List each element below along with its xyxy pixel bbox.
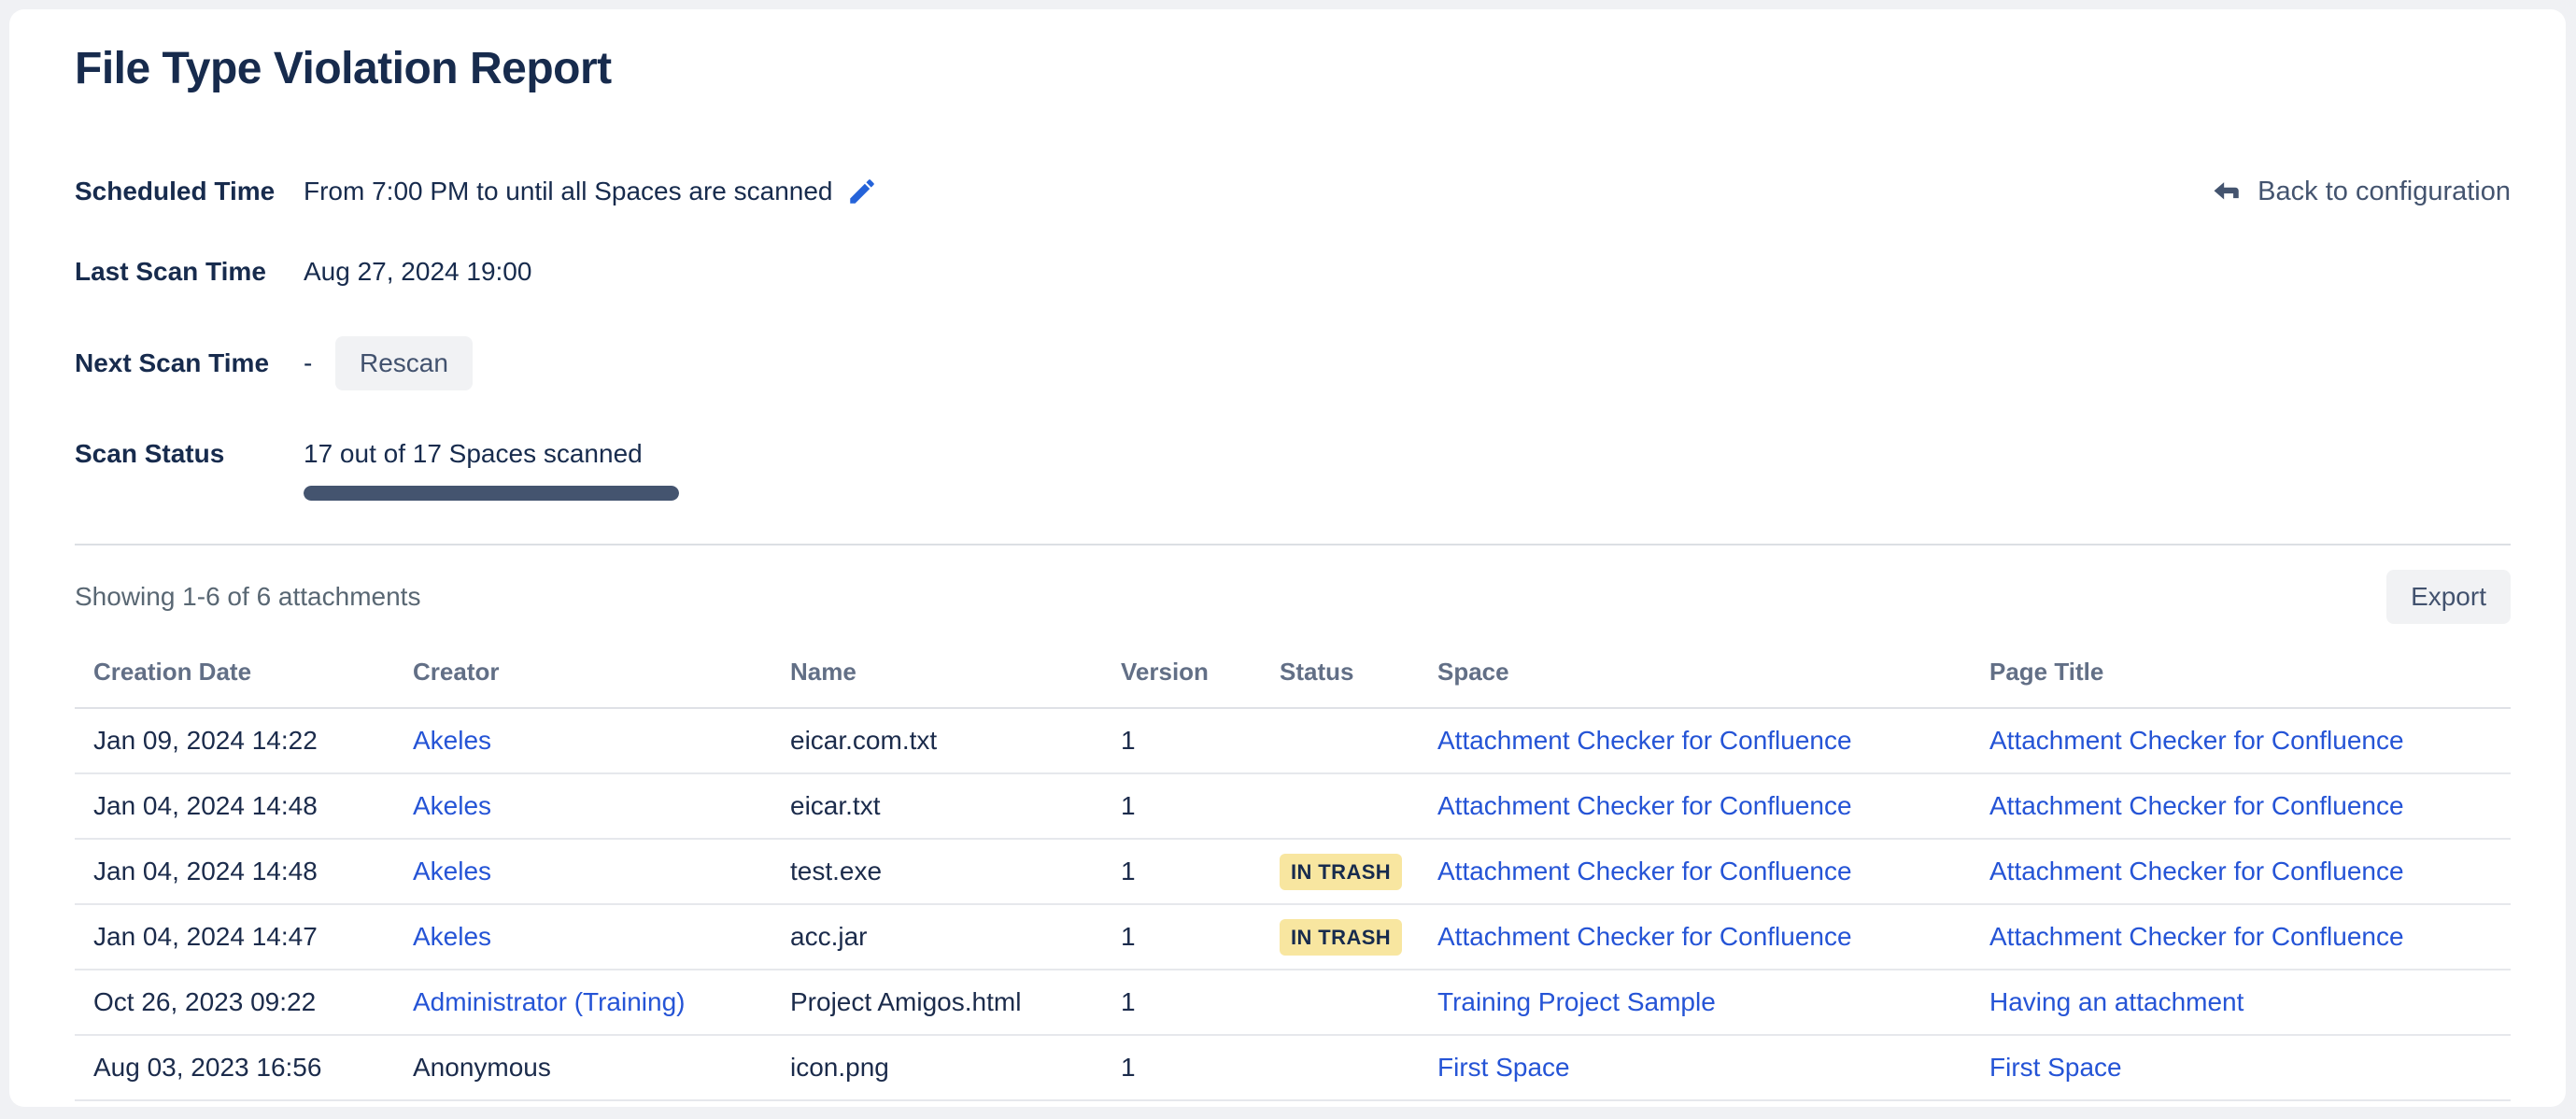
next-scan-value: - [304, 348, 335, 378]
export-button[interactable]: Export [2386, 570, 2511, 624]
cell-name: eicar.com.txt [771, 708, 1102, 773]
cell-version: 1 [1102, 708, 1261, 773]
space-link[interactable]: First Space [1437, 1053, 1570, 1082]
cell-name: test.exe [771, 839, 1102, 904]
table-row: Jan 04, 2024 14:47 Akeles acc.jar 1 IN T… [75, 904, 2511, 970]
cell-version: 1 [1102, 970, 1261, 1035]
column-header-creator: Creator [394, 639, 771, 708]
creator-link[interactable]: Administrator (Training) [413, 987, 685, 1016]
table-row: Aug 03, 2023 16:56 Anonymous icon.png 1 … [75, 1035, 2511, 1100]
cell-creation-date: Jan 04, 2024 14:48 [75, 839, 394, 904]
last-scan-value: Aug 27, 2024 19:00 [304, 257, 531, 287]
pencil-icon [846, 176, 878, 207]
page-title: File Type Violation Report [75, 43, 2511, 95]
scan-progress-fill [304, 486, 679, 501]
cell-name: Project Amigos.html [771, 970, 1102, 1035]
attachments-summary: Showing 1-6 of 6 attachments [75, 582, 420, 612]
page-title-link[interactable]: Attachment Checker for Confluence [1989, 791, 2404, 820]
space-link[interactable]: Attachment Checker for Confluence [1437, 857, 1852, 885]
scheduled-time-value: From 7:00 PM to until all Spaces are sca… [304, 177, 833, 206]
status-badge: IN TRASH [1280, 854, 1402, 890]
scheduled-time-label: Scheduled Time [75, 177, 304, 206]
back-to-configuration-link[interactable]: Back to configuration [2209, 176, 2511, 207]
table-row: Oct 26, 2023 09:22 Administrator (Traini… [75, 970, 2511, 1035]
section-divider [75, 544, 2511, 545]
column-header-name: Name [771, 639, 1102, 708]
page-title-link[interactable]: Attachment Checker for Confluence [1989, 922, 2404, 951]
column-header-creation-date: Creation Date [75, 639, 394, 708]
back-arrow-icon [2209, 176, 2244, 207]
status-badge: IN TRASH [1280, 919, 1402, 956]
edit-schedule-button[interactable] [846, 176, 878, 207]
page-title-link[interactable]: Having an attachment [1989, 987, 2243, 1016]
last-scan-row: Last Scan Time Aug 27, 2024 19:00 [75, 256, 2511, 288]
column-header-page-title: Page Title [1971, 639, 2511, 708]
cell-creation-date: Jan 09, 2024 14:22 [75, 708, 394, 773]
column-header-space: Space [1419, 639, 1971, 708]
report-card: File Type Violation Report Scheduled Tim… [9, 9, 2566, 1107]
column-header-version: Version [1102, 639, 1261, 708]
page-title-link[interactable]: Attachment Checker for Confluence [1989, 857, 2404, 885]
cell-version: 1 [1102, 839, 1261, 904]
cell-name: acc.jar [771, 904, 1102, 970]
creator-link[interactable]: Akeles [413, 857, 491, 885]
scan-progress-bar [304, 486, 679, 501]
space-link[interactable]: Training Project Sample [1437, 987, 1716, 1016]
space-link[interactable]: Attachment Checker for Confluence [1437, 726, 1852, 755]
page-title-link[interactable]: First Space [1989, 1053, 2122, 1082]
column-header-status: Status [1261, 639, 1419, 708]
scan-status-row: Scan Status 17 out of 17 Spaces scanned [75, 439, 2511, 501]
cell-version: 1 [1102, 1035, 1261, 1100]
cell-version: 1 [1102, 773, 1261, 839]
back-link-label: Back to configuration [2258, 177, 2511, 207]
cell-name: icon.png [771, 1035, 1102, 1100]
space-link[interactable]: Attachment Checker for Confluence [1437, 791, 1852, 820]
table-row: Jan 04, 2024 14:48 Akeles eicar.txt 1 At… [75, 773, 2511, 839]
page-title-link[interactable]: Attachment Checker for Confluence [1989, 726, 2404, 755]
creator-plain-text: Anonymous [413, 1053, 551, 1082]
scan-status-label: Scan Status [75, 439, 304, 469]
table-row: Jan 09, 2024 14:22 Akeles eicar.com.txt … [75, 708, 2511, 773]
scheduled-time-row: Scheduled Time From 7:00 PM to until all… [75, 176, 2511, 207]
cell-version: 1 [1102, 904, 1261, 970]
cell-creation-date: Oct 26, 2023 09:22 [75, 970, 394, 1035]
scan-status-value: 17 out of 17 Spaces scanned [304, 439, 679, 469]
creator-link[interactable]: Akeles [413, 726, 491, 755]
table-row: Jan 04, 2024 14:48 Akeles test.exe 1 IN … [75, 839, 2511, 904]
last-scan-label: Last Scan Time [75, 257, 304, 287]
scan-meta-section: Scheduled Time From 7:00 PM to until all… [75, 176, 2511, 501]
table-header-row: Creation Date Creator Name Version Statu… [75, 639, 2511, 708]
cell-name: eicar.txt [771, 773, 1102, 839]
creator-link[interactable]: Akeles [413, 791, 491, 820]
violations-table: Creation Date Creator Name Version Statu… [75, 639, 2511, 1101]
cell-creation-date: Jan 04, 2024 14:47 [75, 904, 394, 970]
space-link[interactable]: Attachment Checker for Confluence [1437, 922, 1852, 951]
cell-creation-date: Jan 04, 2024 14:48 [75, 773, 394, 839]
creator-link[interactable]: Akeles [413, 922, 491, 951]
cell-creation-date: Aug 03, 2023 16:56 [75, 1035, 394, 1100]
attachments-toolbar: Showing 1-6 of 6 attachments Export [75, 570, 2511, 624]
rescan-button[interactable]: Rescan [335, 336, 473, 390]
next-scan-row: Next Scan Time - Rescan [75, 336, 2511, 390]
next-scan-label: Next Scan Time [75, 348, 304, 378]
